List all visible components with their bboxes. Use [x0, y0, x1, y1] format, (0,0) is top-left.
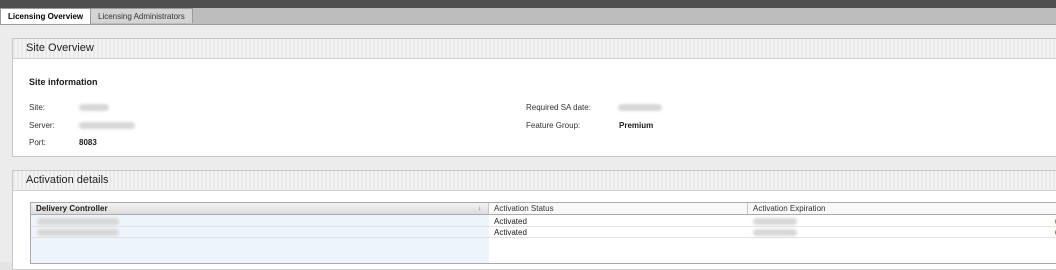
activation-expiration-redacted: [753, 218, 797, 225]
delivery-controller-redacted: [37, 229, 119, 236]
activation-status-cell: Activated: [494, 228, 527, 237]
sort-icon[interactable]: ↓: [478, 203, 482, 215]
activation-expiration-redacted: [753, 229, 797, 236]
site-label: Site:: [29, 103, 46, 112]
feature-group-label: Feature Group:: [526, 121, 581, 130]
workspace: Site Overview Site information Site: Ser…: [0, 25, 1056, 270]
site-information-heading: Site information: [29, 77, 98, 87]
column-header-activation-expiration[interactable]: Activation Expiration: [748, 203, 1056, 215]
site-overview-header: Site Overview: [13, 39, 1056, 59]
table-row[interactable]: Activated ✓: [31, 227, 1056, 238]
delivery-controller-redacted: [37, 218, 119, 225]
site-value-redacted: [79, 104, 109, 111]
tab-strip: Licensing Overview Licensing Administrat…: [0, 8, 1056, 25]
tab-licensing-administrators[interactable]: Licensing Administrators: [90, 8, 193, 23]
required-sa-date-value-redacted: [618, 104, 662, 111]
column-header-delivery-controller[interactable]: Delivery Controller: [31, 203, 489, 215]
site-overview-panel: Site Overview Site information Site: Ser…: [12, 38, 1056, 157]
activation-status-cell: Activated: [494, 217, 527, 226]
column-header-activation-status[interactable]: Activation Status: [489, 203, 748, 215]
port-value: 8083: [79, 138, 97, 147]
activation-details-header: Activation details: [13, 171, 1056, 191]
window-top-bar: [0, 0, 1056, 8]
table-row[interactable]: Activated ✓: [31, 216, 1056, 227]
port-label: Port:: [29, 138, 46, 147]
server-label: Server:: [29, 121, 55, 130]
tab-licensing-overview[interactable]: Licensing Overview: [0, 8, 92, 24]
activation-grid: Delivery Controller ↓ Activation Status …: [30, 202, 1056, 264]
feature-group-value: Premium: [619, 121, 654, 130]
required-sa-date-label: Required SA date:: [526, 103, 591, 112]
server-value-redacted: [79, 122, 135, 129]
activation-details-panel: Activation details Delivery Controller ↓…: [12, 170, 1056, 270]
